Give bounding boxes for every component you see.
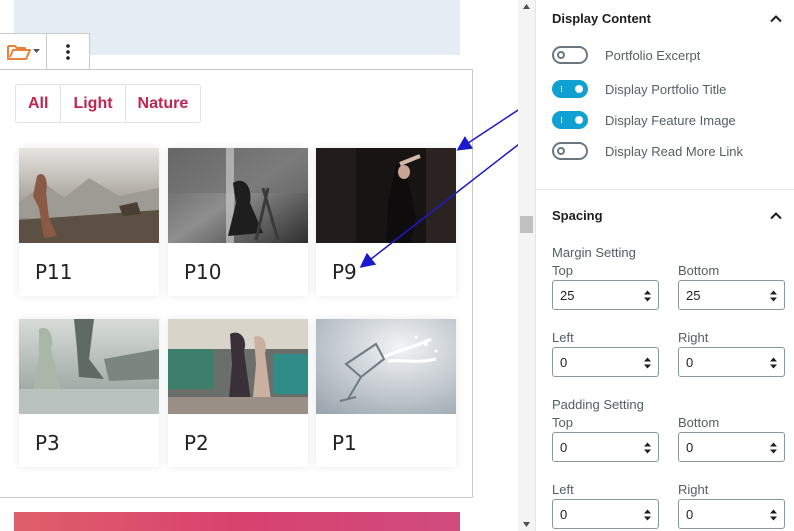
margin-bottom-value: 25 [686, 287, 701, 303]
toggle-display-feature-image[interactable]: Display Feature Image [552, 110, 736, 130]
toggle-label: Display Read More Link [605, 143, 744, 159]
folder-open-icon [6, 44, 31, 60]
spacing-panel-toggle[interactable]: Spacing [536, 205, 794, 225]
padding-top-value: 0 [560, 439, 568, 455]
portfolio-title[interactable]: P10 [184, 260, 222, 284]
toggle-display-read-more-link[interactable]: Display Read More Link [552, 141, 743, 161]
portfolio-card[interactable]: P1 [316, 319, 456, 467]
scroll-up-icon[interactable] [522, 2, 531, 11]
following-block[interactable] [14, 512, 460, 531]
padding-left-label: Left [552, 482, 574, 497]
toggle-label: Display Feature Image [605, 112, 736, 128]
padding-left-value: 0 [560, 506, 568, 522]
padding-right-label: Right [678, 482, 709, 497]
margin-right-value: 0 [686, 354, 694, 370]
margin-setting-label: Margin Setting [552, 245, 636, 260]
toggle-switch[interactable] [552, 111, 588, 129]
editor-scrollbar[interactable] [518, 0, 535, 531]
portfolio-card[interactable]: P10 [168, 148, 308, 296]
padding-right-input[interactable]: 0 [678, 499, 785, 529]
portfolio-title[interactable]: P2 [184, 431, 209, 455]
toggle-display-portfolio-title[interactable]: Display Portfolio Title [552, 79, 726, 99]
margin-left-label: Left [552, 330, 574, 345]
margin-top-label: Top [552, 263, 573, 278]
spin-arrows-icon[interactable] [769, 289, 778, 303]
filter-light-button[interactable]: Light [61, 85, 126, 122]
chevron-up-icon [770, 14, 782, 22]
padding-top-input[interactable]: 0 [552, 432, 659, 462]
display-content-heading: Display Content [552, 10, 651, 26]
portfolio-card[interactable]: P3 [19, 319, 159, 467]
portfolio-title[interactable]: P3 [35, 431, 60, 455]
portfolio-title[interactable]: P1 [332, 431, 357, 455]
spacing-heading: Spacing [552, 207, 603, 223]
margin-bottom-label: Bottom [678, 263, 720, 278]
portfolio-image [316, 319, 456, 414]
scrollbar-thumb[interactable] [520, 216, 533, 233]
chevron-down-icon [32, 49, 40, 53]
padding-bottom-label: Bottom [678, 415, 720, 430]
padding-top-label: Top [552, 415, 573, 430]
portfolio-title[interactable]: P9 [332, 260, 357, 284]
portfolio-image [19, 148, 159, 243]
toggle-switch[interactable] [552, 46, 588, 64]
settings-sidebar: Display Content Portfolio Excerpt Displa… [535, 0, 794, 531]
more-options-button[interactable] [47, 34, 89, 69]
portfolio-image [168, 319, 308, 414]
portfolio-block[interactable]: All Light Nature P11 P10 P9 P3 P2 P1 [0, 69, 473, 498]
toggle-switch[interactable] [552, 142, 588, 160]
panel-divider [536, 189, 794, 190]
display-content-panel-toggle[interactable]: Display Content [536, 8, 794, 28]
spin-arrows-icon[interactable] [643, 289, 652, 303]
margin-right-input[interactable]: 0 [678, 347, 785, 377]
toggle-label: Display Portfolio Title [605, 81, 727, 97]
padding-setting-label: Padding Setting [552, 397, 644, 412]
spin-arrows-icon[interactable] [769, 356, 778, 370]
more-vertical-icon [66, 43, 70, 60]
filter-nature-button[interactable]: Nature [126, 85, 201, 122]
portfolio-image [168, 148, 308, 243]
portfolio-title[interactable]: P11 [35, 260, 73, 284]
margin-top-value: 25 [560, 287, 575, 303]
padding-bottom-value: 0 [686, 439, 694, 455]
portfolio-image [19, 319, 159, 414]
margin-right-label: Right [678, 330, 709, 345]
padding-bottom-input[interactable]: 0 [678, 432, 785, 462]
spin-arrows-icon[interactable] [769, 441, 778, 455]
margin-left-input[interactable]: 0 [552, 347, 659, 377]
spin-arrows-icon[interactable] [643, 441, 652, 455]
block-toolbar [0, 33, 90, 70]
scroll-down-icon[interactable] [522, 520, 531, 529]
toggle-label: Portfolio Excerpt [605, 47, 701, 63]
margin-left-value: 0 [560, 354, 568, 370]
portfolio-card[interactable]: P11 [19, 148, 159, 296]
spin-arrows-icon[interactable] [769, 508, 778, 522]
filter-all-button[interactable]: All [16, 85, 62, 122]
portfolio-filter-bar: All Light Nature [15, 84, 202, 123]
margin-bottom-input[interactable]: 25 [678, 280, 785, 310]
chevron-up-icon [770, 211, 782, 219]
toggle-portfolio-excerpt[interactable]: Portfolio Excerpt [552, 45, 700, 65]
portfolio-card[interactable]: P9 [316, 148, 456, 296]
padding-right-value: 0 [686, 506, 694, 522]
block-type-button[interactable] [0, 34, 47, 69]
margin-top-input[interactable]: 25 [552, 280, 659, 310]
spin-arrows-icon[interactable] [643, 356, 652, 370]
spin-arrows-icon[interactable] [643, 508, 652, 522]
toggle-switch[interactable] [552, 80, 588, 98]
padding-left-input[interactable]: 0 [552, 499, 659, 529]
portfolio-image [316, 148, 456, 243]
portfolio-card[interactable]: P2 [168, 319, 308, 467]
